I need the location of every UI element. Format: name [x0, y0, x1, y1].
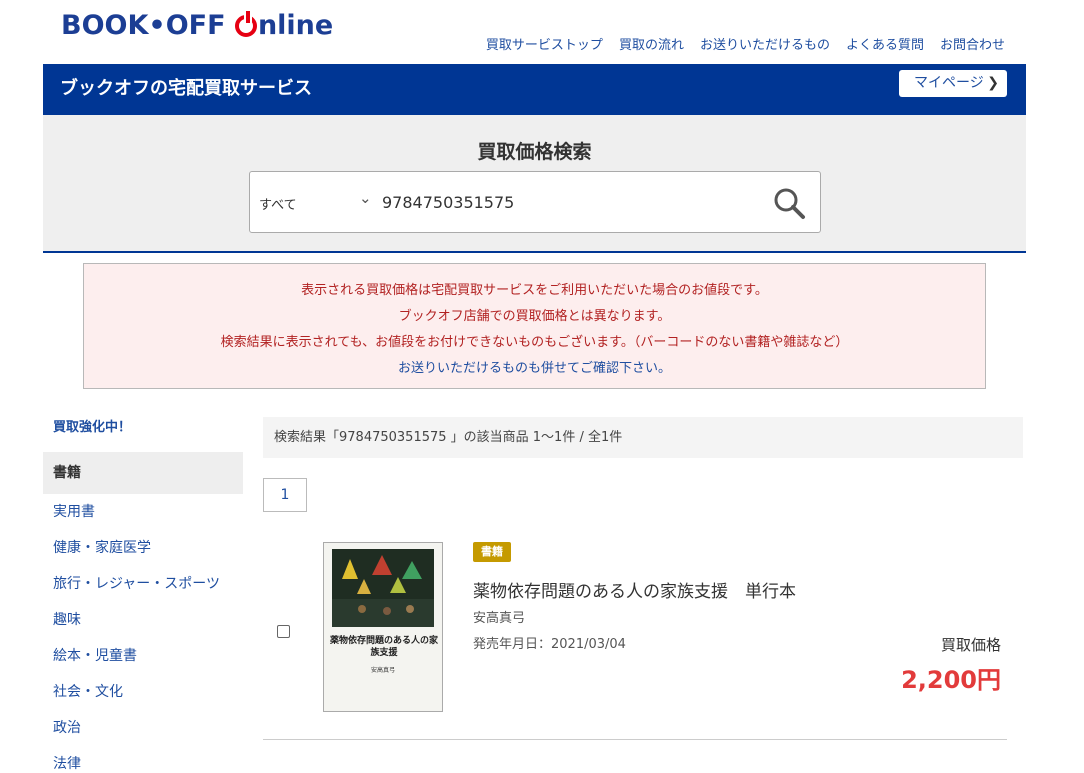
sidebar-item[interactable]: 政治 [43, 710, 243, 746]
sidebar-list: 実用書 健康・家庭医学 旅行・レジャー・スポーツ 趣味 絵本・児童書 社会・文化… [43, 494, 243, 773]
category-badge: 書籍 [473, 542, 511, 562]
chevron-right-icon: ❯ [987, 75, 999, 91]
notice-box: 表示される買取価格は宅配買取サービスをご利用いただいた場合のお値段です。 ブック… [83, 263, 986, 389]
bookoff-logo[interactable]: BOOK•OFF nline [61, 10, 333, 41]
service-banner: ブックオフの宅配買取サービス マイページ ❯ [43, 64, 1026, 115]
mypage-label: マイページ [914, 75, 984, 91]
product-row: 薬物依存問題のある人の家族支援 安高真弓 書籍 薬物依存問題のある人の家族支援 … [263, 530, 1007, 740]
cover-art [332, 549, 434, 627]
category-sidebar: 買取強化中！ 書籍 実用書 健康・家庭医学 旅行・レジャー・スポーツ 趣味 絵本… [43, 410, 243, 773]
nav-contact[interactable]: お問合わせ [940, 34, 1005, 53]
sidebar-item[interactable]: 実用書 [43, 494, 243, 530]
sendable-items-link[interactable]: お送りいただけるものも併せてご確認下さい。 [84, 356, 985, 382]
sidebar-item[interactable]: 趣味 [43, 602, 243, 638]
buy-price: 2,200円 [901, 666, 1001, 694]
price-search-section: 買取価格検索 すべて ⌄ [43, 115, 1026, 253]
product-author: 安高真弓 [473, 611, 526, 626]
sidebar-item[interactable]: 旅行・レジャー・スポーツ [43, 566, 243, 602]
sidebar-item[interactable]: 法律 [43, 746, 243, 773]
nav-faq[interactable]: よくある質問 [846, 34, 924, 53]
search-box: すべて ⌄ [249, 171, 821, 233]
sidebar-item[interactable]: 健康・家庭医学 [43, 530, 243, 566]
result-summary: 検索結果「9784750351575 」の該当商品 1～1件 / 全1件 [263, 417, 1023, 458]
pagination-page-button[interactable]: 1 [263, 478, 307, 512]
price-label: 買取価格 [940, 636, 1001, 654]
notice-line: ブックオフ店舗での買取価格とは異なります。 [398, 309, 671, 324]
category-select[interactable]: すべて [259, 194, 297, 213]
search-input[interactable] [382, 190, 752, 214]
book-cover-image[interactable]: 薬物依存問題のある人の家族支援 安高真弓 [323, 542, 443, 712]
release-date: 発売年月日：2021/03/04 [473, 637, 626, 652]
select-checkbox[interactable] [277, 625, 290, 638]
cover-title: 薬物依存問題のある人の家族支援 [330, 636, 439, 658]
mypage-button[interactable]: マイページ ❯ [899, 70, 1007, 97]
nav-kaitori-flow[interactable]: 買取の流れ [619, 34, 684, 53]
top-nav: 買取サービストップ 買取の流れ お送りいただけるもの よくある質問 お問合わせ [486, 34, 1005, 53]
sidebar-category-heading: 書籍 [43, 452, 243, 494]
service-title: ブックオフの宅配買取サービス [60, 78, 312, 99]
notice-line: 表示される買取価格は宅配買取サービスをご利用いただいた場合のお値段です。 [301, 283, 768, 298]
search-icon[interactable] [772, 186, 806, 220]
sidebar-item[interactable]: 絵本・児童書 [43, 638, 243, 674]
nav-kaitori-top[interactable]: 買取サービストップ [486, 34, 603, 53]
chevron-down-icon[interactable]: ⌄ [359, 189, 372, 207]
site-header: BOOK•OFF nline 買取サービストップ 買取の流れ お送りいただけるも… [43, 0, 1026, 64]
sidebar-hot-link[interactable]: 買取強化中！ [43, 410, 243, 446]
power-icon [234, 11, 257, 37]
search-title: 買取価格検索 [477, 141, 592, 163]
sidebar-item[interactable]: 社会・文化 [43, 674, 243, 710]
notice-line: 検索結果に表示されても、お値段をお付けできないものもございます。（バーコードのな… [220, 335, 849, 350]
product-title[interactable]: 薬物依存問題のある人の家族支援 単行本 [473, 577, 796, 602]
nav-sendable-items[interactable]: お送りいただけるもの [700, 34, 830, 53]
cover-author: 安高真弓 [370, 667, 395, 674]
